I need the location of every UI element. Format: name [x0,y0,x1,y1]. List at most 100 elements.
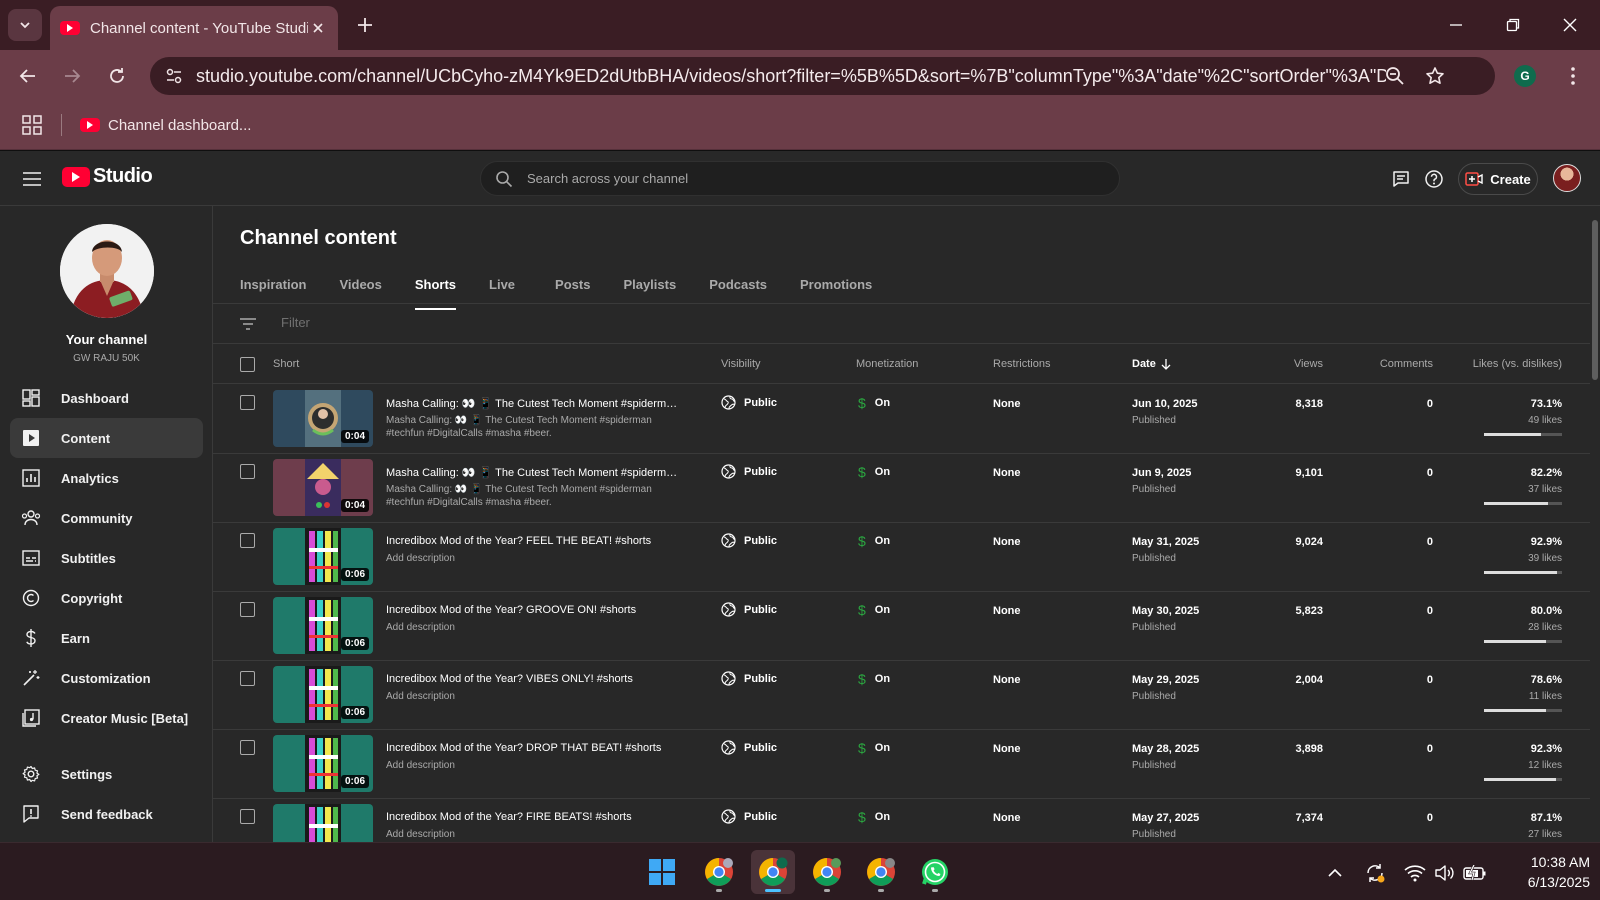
monetization-cell[interactable]: $ On [858,809,890,825]
video-title[interactable]: Masha Calling: 👀 📱 The Cutest Tech Momen… [386,466,681,479]
column-monetization[interactable]: Monetization [856,358,918,370]
sidebar-item-earn[interactable]: Earn [10,618,203,658]
table-row[interactable]: 0:04 Masha Calling: 👀 📱 The Cutest Tech M… [213,384,1600,454]
account-avatar[interactable] [1553,164,1581,192]
visibility-cell[interactable]: Public [721,602,777,617]
browser-menu-button[interactable] [1560,62,1586,90]
video-thumbnail[interactable]: 0:06 [273,735,373,792]
video-title[interactable]: Incredibox Mod of the Year? FEEL THE BEA… [386,535,681,547]
volume-tray-icon[interactable] [1432,860,1458,886]
help-button[interactable] [1421,166,1447,192]
sidebar-item-send-feedback[interactable]: Send feedback [10,794,203,834]
start-button[interactable] [640,850,684,894]
visibility-cell[interactable]: Public [721,740,777,755]
restore-button[interactable] [1493,10,1533,40]
row-checkbox[interactable] [240,671,255,686]
video-title[interactable]: Incredibox Mod of the Year? FIRE BEATS! … [386,811,681,823]
monetization-cell[interactable]: $ On [858,602,890,618]
search-input[interactable] [527,171,1087,186]
video-thumbnail[interactable]: 0:06 [273,666,373,723]
row-checkbox[interactable] [240,809,255,824]
select-all-checkbox[interactable] [240,357,255,372]
visibility-cell[interactable]: Public [721,671,777,686]
column-views[interactable]: Views [1223,358,1323,370]
search-box[interactable] [480,161,1120,196]
taskbar-chrome-3[interactable] [805,850,849,894]
system-clock[interactable]: 10:38 AM 6/13/2025 [1500,852,1590,892]
address-bar[interactable]: studio.youtube.com/channel/UCbCyho-zM4Yk… [150,57,1495,95]
main-scrollbar[interactable] [1590,206,1600,842]
video-thumbnail[interactable] [273,804,373,842]
show-hidden-icons-button[interactable] [1322,860,1348,886]
sync-tray-icon[interactable] [1362,860,1388,886]
bookmark-star-button[interactable] [1420,61,1450,91]
tab-close-button[interactable] [308,18,328,38]
taskbar-chrome-1[interactable] [697,850,741,894]
profile-avatar[interactable]: G [1514,65,1536,87]
video-thumbnail[interactable]: 0:06 [273,528,373,585]
minimize-button[interactable] [1436,10,1476,40]
menu-button[interactable] [20,167,44,191]
row-checkbox[interactable] [240,464,255,479]
row-checkbox[interactable] [240,602,255,617]
apps-grid-icon[interactable] [22,115,42,135]
video-thumbnail[interactable]: 0:06 [273,597,373,654]
monetization-cell[interactable]: $ On [858,464,890,480]
forward-button[interactable] [57,61,87,91]
sidebar-item-customization[interactable]: Customization [10,658,203,698]
taskbar-whatsapp[interactable] [913,850,957,894]
sidebar-item-content[interactable]: Content [10,418,203,458]
channel-avatar[interactable] [60,224,154,318]
feedback-messages-button[interactable] [1388,166,1414,192]
column-date[interactable]: Date [1132,358,1171,370]
filter-icon[interactable] [240,318,256,330]
row-checkbox[interactable] [240,395,255,410]
table-row[interactable]: 0:06 Incredibox Mod of the Year? FEEL THE… [213,522,1600,592]
scrollbar-thumb[interactable] [1592,220,1598,380]
row-checkbox[interactable] [240,740,255,755]
sidebar-item-creator-music[interactable]: Creator Music [Beta] [10,698,203,738]
sidebar-item-community[interactable]: Community [10,498,203,538]
monetization-cell[interactable]: $ On [858,671,890,687]
column-likes[interactable]: Likes (vs. dislikes) [1453,358,1562,370]
visibility-cell[interactable]: Public [721,464,777,479]
visibility-cell[interactable]: Public [721,809,777,824]
new-tab-button[interactable] [352,12,378,38]
monetization-cell[interactable]: $ On [858,395,890,411]
studio-logo[interactable]: Studio [62,165,153,188]
browser-tab-active[interactable]: Channel content - YouTube Studio [50,6,338,50]
taskbar-chrome-2[interactable] [751,850,795,894]
wifi-tray-icon[interactable] [1402,860,1428,886]
sidebar-item-analytics[interactable]: Analytics [10,458,203,498]
monetization-cell[interactable]: $ On [858,740,890,756]
column-visibility[interactable]: Visibility [721,358,761,370]
bookmark-channel-dashboard[interactable]: Channel dashboard... [80,113,251,137]
sidebar-item-copyright[interactable]: Copyright [10,578,203,618]
sidebar-item-settings[interactable]: Settings [10,754,203,794]
sidebar-item-subtitles[interactable]: Subtitles [10,538,203,578]
window-close-button[interactable] [1550,10,1590,40]
sidebar-item-dashboard[interactable]: Dashboard [10,378,203,418]
site-info-button[interactable] [156,61,192,91]
back-button[interactable] [13,61,43,91]
column-comments[interactable]: Comments [1343,358,1433,370]
video-title[interactable]: Incredibox Mod of the Year? VIBES ONLY! … [386,673,681,685]
create-button[interactable]: Create [1458,163,1538,195]
video-thumbnail[interactable]: 0:04 [273,459,373,516]
row-checkbox[interactable] [240,533,255,548]
taskbar-chrome-4[interactable] [859,850,903,894]
column-restrictions[interactable]: Restrictions [993,358,1050,370]
table-row[interactable]: 0:06 Incredibox Mod of the Year? VIBES ON… [213,660,1600,730]
video-thumbnail[interactable]: 0:04 [273,390,373,447]
reload-button[interactable] [102,61,132,91]
filter-input[interactable] [281,315,581,330]
table-row[interactable]: 0:04 Masha Calling: 👀 📱 The Cutest Tech M… [213,453,1600,523]
url-text[interactable]: studio.youtube.com/channel/UCbCyho-zM4Yk… [196,66,1386,87]
video-title[interactable]: Masha Calling: 👀 📱 The Cutest Tech Momen… [386,397,681,410]
visibility-cell[interactable]: Public [721,395,777,410]
table-row[interactable]: 0:06 Incredibox Mod of the Year? DROP THA… [213,729,1600,799]
table-row[interactable]: 0:06 Incredibox Mod of the Year? GROOVE O… [213,591,1600,661]
video-title[interactable]: Incredibox Mod of the Year? GROOVE ON! #… [386,604,681,616]
battery-tray-icon[interactable] [1462,860,1488,886]
monetization-cell[interactable]: $ On [858,533,890,549]
